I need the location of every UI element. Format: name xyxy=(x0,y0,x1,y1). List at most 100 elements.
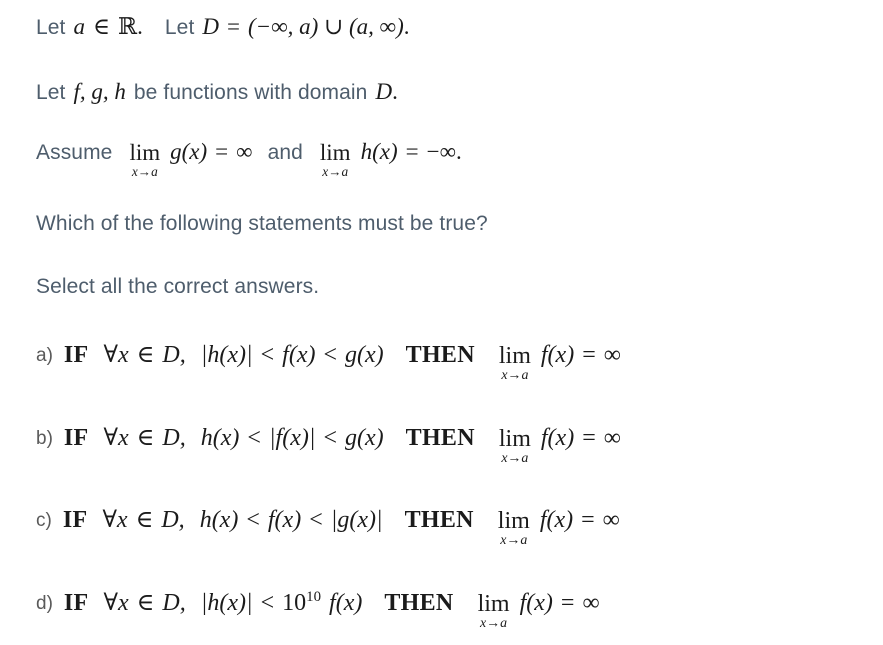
instruction-text: Select all the correct answers. xyxy=(36,275,320,298)
lim-text-b: lim xyxy=(498,426,531,453)
equals-sign-3: = xyxy=(405,139,419,164)
infinity-symbol-1: ∞ xyxy=(236,139,253,164)
condition-left-a: |h(x)| xyxy=(200,342,253,368)
conclusion-value-a: ∞ xyxy=(603,342,621,368)
premise-line-domain-definition: Let a ∈ ℝ . Let D = (−∞, a) ∪ (a, ∞) . xyxy=(36,14,410,40)
limit-operator-d: lim x→a xyxy=(476,590,512,631)
lim-text-d: lim xyxy=(477,591,510,618)
domain-d: D, xyxy=(162,590,186,616)
power-base-d: 10 xyxy=(282,590,307,616)
condition-left-b: h(x) xyxy=(200,425,240,451)
option-c-statement: IF ∀x ∈ D, h(x) < f(x) < |g(x)| THEN lim x→a f(x) = ∞ xyxy=(62,505,620,548)
option-a-statement: IF ∀x ∈ D, |h(x)| < f(x) < g(x) THEN lim x→a f(x) = ∞ xyxy=(63,340,621,383)
option-d-statement: IF ∀x ∈ D, |h(x)| <1010 f(x) THEN lim x→a f(x) = ∞ xyxy=(63,588,600,631)
quantifier-d: ∀x xyxy=(103,590,129,616)
real-numbers-symbol: ℝ xyxy=(118,14,138,40)
relation-2-a: < xyxy=(323,342,338,368)
condition-middle-a: f(x) xyxy=(282,342,316,368)
lim-subscript-a: x→a xyxy=(501,368,529,384)
period-4: . xyxy=(455,139,462,164)
functions-domain-text: be functions with domain xyxy=(133,81,368,104)
lim-text-c: lim xyxy=(497,508,530,535)
conclusion-function-c: f(x) xyxy=(539,507,574,533)
if-keyword-b: IF xyxy=(63,425,89,451)
negative-infinity-symbol: −∞ xyxy=(426,139,456,164)
quantifier-c: ∀x xyxy=(102,507,128,533)
domain-c: D, xyxy=(161,507,185,533)
relation-2-b: < xyxy=(323,425,337,451)
conclusion-function-d: f(x) xyxy=(519,590,553,616)
lim-subscript-2: x→a xyxy=(322,164,349,180)
lim-subscript-c: x→a xyxy=(500,533,528,549)
condition-middle-c: f(x) xyxy=(267,507,302,533)
element-of-symbol: ∈ xyxy=(93,14,111,39)
option-letter-c: c) xyxy=(36,510,52,531)
lim-subscript-d: x→a xyxy=(480,616,508,632)
variable-D: D xyxy=(202,14,220,39)
option-letter-a: a) xyxy=(36,345,53,366)
condition-right-c: |g(x)| xyxy=(330,507,383,533)
answer-option-a[interactable]: a) IF ∀x ∈ D, |h(x)| < f(x) < g(x) THEN lim x→a f(x)… xyxy=(36,340,621,383)
quantifier-a: ∀x xyxy=(103,342,129,368)
if-keyword-d: IF xyxy=(63,590,89,616)
let-keyword-1: Let xyxy=(36,16,66,39)
power-exponent-d: 10 xyxy=(306,589,322,605)
limit-operator-b: lim x→a xyxy=(497,425,533,466)
conclusion-equals-c: = xyxy=(581,507,595,533)
member-symbol-d: ∈ xyxy=(136,590,155,616)
premise-line-functions: Let f, g, h be functions with domain D . xyxy=(36,79,398,105)
question-page: Let a ∈ ℝ . Let D = (−∞, a) ∪ (a, ∞) . L… xyxy=(0,0,883,645)
quantifier-b: ∀x xyxy=(103,425,129,451)
limit-operator-g: lim x→a xyxy=(127,140,162,179)
if-keyword-a: IF xyxy=(63,342,89,368)
answer-option-b[interactable]: b) IF ∀x ∈ D, h(x) < |f(x)| < g(x) THEN lim x→a f(x)… xyxy=(36,423,621,466)
period-3: . xyxy=(392,79,398,104)
period-2: . xyxy=(403,14,410,39)
condition-middle-b: |f(x)| xyxy=(268,425,316,451)
lim-text-1: lim xyxy=(129,140,161,166)
limit-operator-c: lim x→a xyxy=(496,507,532,548)
relation-1-d: < xyxy=(260,590,275,616)
let-keyword-3: Let xyxy=(36,81,66,104)
lim-subscript-1: x→a xyxy=(131,164,158,180)
answer-option-c[interactable]: c) IF ∀x ∈ D, h(x) < f(x) < |g(x)| THEN lim x→a f(x)… xyxy=(36,505,620,548)
condition-left-c: h(x) xyxy=(199,507,239,533)
assume-keyword: Assume xyxy=(36,141,113,164)
conclusion-function-a: f(x) xyxy=(540,342,575,368)
conclusion-equals-d: = xyxy=(560,590,575,616)
function-g-of-x: g(x) xyxy=(170,139,208,164)
equals-sign-1: = xyxy=(227,14,241,39)
equals-sign-2: = xyxy=(215,139,229,164)
relation-1-a: < xyxy=(260,342,275,368)
domain-D-reference: D xyxy=(375,79,393,104)
condition-left-d: |h(x)| xyxy=(200,590,253,616)
lim-subscript-b: x→a xyxy=(501,451,529,467)
answer-option-d[interactable]: d) IF ∀x ∈ D, |h(x)| <1010 f(x) THEN lim x→a f(x) =… xyxy=(36,588,600,631)
conclusion-function-b: f(x) xyxy=(540,425,575,451)
lim-text-a: lim xyxy=(498,343,531,370)
question-prompt: Which of the following statements must b… xyxy=(36,212,488,236)
member-symbol-a: ∈ xyxy=(136,342,155,368)
question-prompt-text: Which of the following statements must b… xyxy=(36,212,488,235)
conclusion-value-c: ∞ xyxy=(602,507,620,533)
member-symbol-c: ∈ xyxy=(135,507,154,533)
if-keyword-c: IF xyxy=(62,507,88,533)
condition-middle-d: f(x) xyxy=(329,590,363,616)
member-symbol-b: ∈ xyxy=(136,425,155,451)
domain-a: D, xyxy=(162,342,186,368)
relation-2-c: < xyxy=(309,507,323,533)
then-keyword-a: THEN xyxy=(405,342,475,368)
conclusion-equals-a: = xyxy=(582,342,596,368)
period-1: . xyxy=(137,14,143,39)
lim-text-2: lim xyxy=(319,140,351,166)
limit-operator-h: lim x→a xyxy=(318,140,353,179)
condition-right-a: g(x) xyxy=(345,342,384,368)
function-h-of-x: h(x) xyxy=(360,139,398,164)
conclusion-value-b: ∞ xyxy=(603,425,621,451)
then-keyword-c: THEN xyxy=(404,507,474,533)
domain-b: D, xyxy=(162,425,186,451)
let-keyword-2: Let xyxy=(164,16,195,39)
option-letter-b: b) xyxy=(36,428,53,449)
function-list-fgh: f, g, h xyxy=(73,79,126,104)
relation-1-c: < xyxy=(246,507,260,533)
